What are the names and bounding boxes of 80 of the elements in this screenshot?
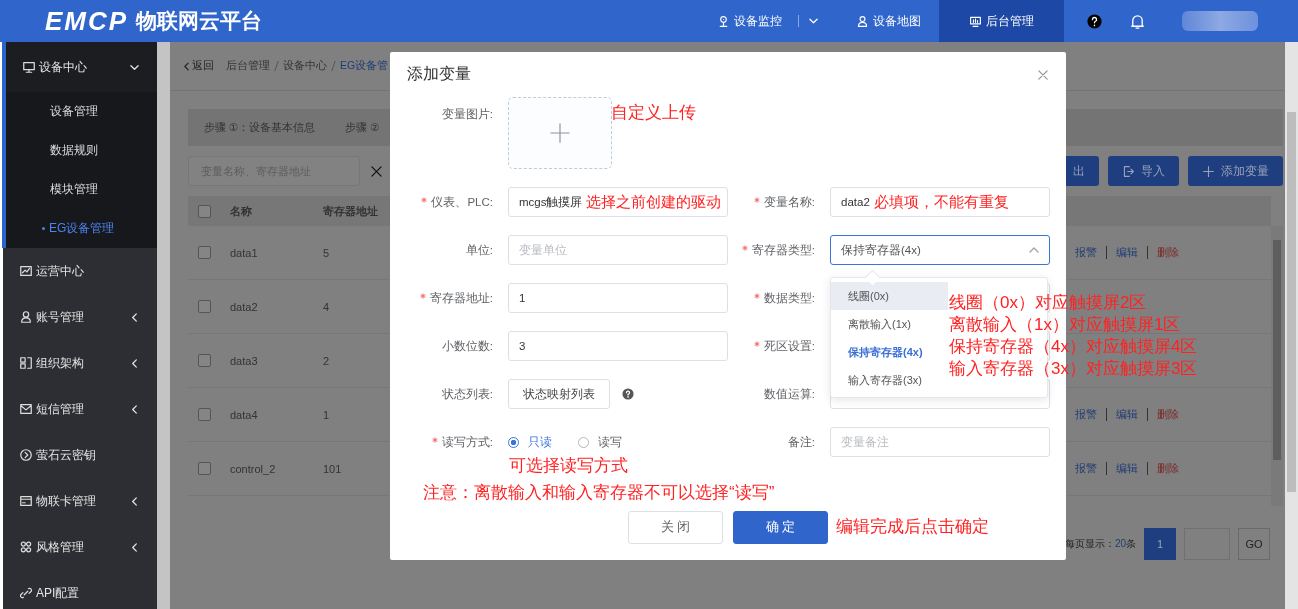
dialog-title: 添加变量	[407, 64, 472, 84]
sidebar-subitem[interactable]: 数据规则	[6, 131, 157, 170]
input-field[interactable]: 3	[508, 331, 728, 361]
dropdown-option[interactable]: 离散输入(1x)	[831, 310, 948, 338]
annotation-text: 注意：离散输入和输入寄存器不可以选择“读写”	[423, 482, 775, 504]
sidebar-item[interactable]: 组织架构	[3, 340, 157, 386]
field-label: 寄存器类型:	[736, 242, 822, 258]
nav-tab[interactable]: 设备地图	[838, 0, 939, 42]
page-button[interactable]: 1	[1144, 528, 1176, 560]
close-button[interactable]: 关 闭	[628, 511, 723, 544]
table-cell-text: data3	[230, 354, 259, 367]
toolbar-button[interactable]: 添加变量	[1188, 156, 1283, 186]
breadcrumb-link[interactable]: EG设备管	[340, 59, 389, 73]
sidebar-subitem[interactable]: 模块管理	[6, 170, 157, 209]
field-label: 单位:	[464, 242, 494, 258]
field-label: 寄存器地址:	[390, 290, 500, 306]
input-field[interactable]: data2 必填项，不能有重复	[830, 187, 1050, 217]
annotation-text: 必填项，不能有重复	[873, 192, 1009, 212]
table-cell-text: data4	[230, 408, 259, 421]
input-field[interactable]: 1	[508, 283, 728, 313]
dropdown-option[interactable]: 输入寄存器(3x)	[831, 366, 948, 394]
sidebar-item[interactable]: 运营中心	[3, 248, 157, 294]
row-action-link[interactable]: 报警	[1075, 245, 1097, 260]
mapping-list-button[interactable]: 状态映射列表	[508, 379, 610, 409]
sidebar-item[interactable]: 风格管理	[3, 524, 157, 570]
toolbar-button[interactable]: 导入	[1108, 156, 1179, 186]
column-header: 名称	[230, 203, 253, 219]
row-action-link[interactable]: 编辑	[1116, 461, 1138, 476]
field-label: 小数位数:	[440, 338, 494, 354]
breadcrumb-link[interactable]: 设备中心	[283, 59, 327, 73]
field-label: 读写方式:	[390, 434, 500, 450]
row-action-link[interactable]: 编辑	[1116, 407, 1138, 422]
sidebar-subitem[interactable]: 设备管理	[6, 92, 157, 131]
field-label: 死区设置:	[736, 338, 822, 354]
sidebar-subitem[interactable]: EG设备管理	[6, 209, 157, 248]
column-header: 寄存器地址	[323, 203, 379, 219]
field-label: 备注:	[786, 434, 816, 450]
dropdown-option[interactable]: 保持寄存器(4x)	[831, 338, 948, 366]
annotation-text: 离散输入（1x）对应触摸屏1区	[949, 314, 1182, 336]
field-label: 变量名称:	[736, 194, 822, 210]
field-label: 变量图片:	[440, 107, 494, 122]
table-cell-text: data2	[230, 300, 259, 313]
confirm-button[interactable]: 确 定	[733, 511, 828, 544]
row-action-link[interactable]: 编辑	[1116, 245, 1138, 260]
table-cell-text: 1	[323, 408, 331, 421]
sidebar-item[interactable]: 账号管理	[3, 294, 157, 340]
table-cell-text: 4	[323, 300, 331, 313]
sidebar-item[interactable]: 短信管理	[3, 386, 157, 432]
nav-tab[interactable]: 设备监控	[699, 0, 838, 42]
sidebar-item[interactable]: 设备中心	[6, 42, 157, 92]
row-action-link[interactable]: 报警	[1075, 407, 1097, 422]
sidebar-item[interactable]: 萤石云密钥	[3, 432, 157, 478]
field-label: 数值运算:	[762, 386, 816, 402]
input-field[interactable]: mcgs触摸屏 选择之前创建的驱动	[508, 187, 728, 217]
back-link[interactable]: 返回	[184, 59, 214, 73]
table-cell-text: 101	[323, 462, 343, 475]
sidebar-item[interactable]: API配置	[3, 570, 157, 609]
table-cell-text: 2	[323, 354, 331, 367]
select-field[interactable]: 保持寄存器(4x)	[830, 235, 1050, 265]
table-cell-text: data1	[230, 246, 259, 259]
row-action-link[interactable]: 报警	[1075, 461, 1097, 476]
field-label: 数据类型:	[736, 290, 822, 306]
nav-tab[interactable]: 后台管理	[939, 0, 1064, 42]
annotation-text: 可选择读写方式	[509, 455, 628, 477]
radio-option[interactable]: 读写	[578, 433, 622, 451]
table-cell-text: 5	[323, 246, 331, 259]
platform-title: 物联网云平台	[136, 8, 263, 34]
field-label: 仪表、PLC:	[390, 194, 500, 210]
logo: EMCP	[45, 5, 129, 37]
annotation-text: 选择之前创建的驱动	[586, 192, 722, 212]
field-label: 状态列表:	[440, 386, 494, 402]
annotation-text: 自定义上传	[611, 102, 696, 124]
page-size-label: 每页显示：20条	[1064, 537, 1136, 551]
sidebar-item[interactable]: 物联卡管理	[3, 478, 157, 524]
annotation-text: 编辑完成后点击确定	[836, 516, 989, 538]
radio-option[interactable]: 只读	[508, 433, 552, 451]
table-cell-text: control_2	[230, 462, 277, 475]
breadcrumb-link[interactable]: 后台管理	[226, 59, 270, 73]
dropdown-option[interactable]: 线圈(0x)	[831, 282, 948, 310]
go-button[interactable]: GO	[1238, 528, 1270, 560]
